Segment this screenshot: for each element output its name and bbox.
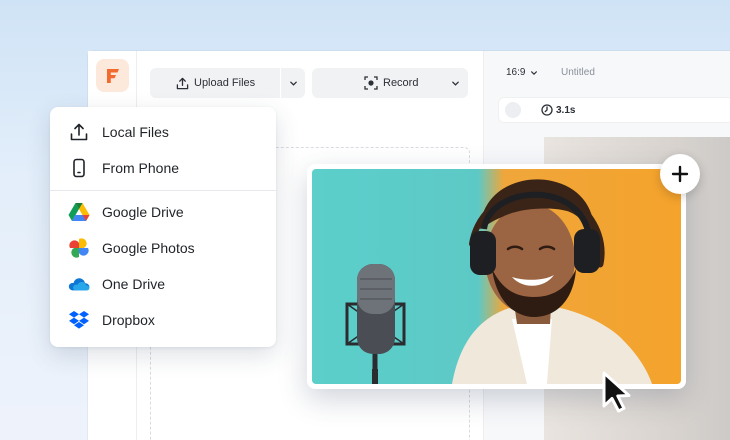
menu-item-dropbox[interactable]: Dropbox bbox=[50, 302, 276, 338]
logo-mark-icon bbox=[106, 68, 119, 83]
mouse-pointer-icon bbox=[602, 371, 631, 413]
google-photos-icon bbox=[68, 237, 90, 259]
duration-display: 3.1s bbox=[541, 104, 575, 116]
record-icon bbox=[364, 76, 378, 90]
add-media-button[interactable] bbox=[660, 154, 700, 194]
menu-item-label: Google Drive bbox=[102, 204, 184, 220]
duration-value: 3.1s bbox=[556, 104, 576, 116]
clock-icon bbox=[541, 104, 553, 116]
timeline-bar: 3.1s bbox=[498, 97, 730, 123]
media-thumbnail-card[interactable] bbox=[307, 164, 686, 389]
menu-item-label: Local Files bbox=[102, 124, 169, 140]
chevron-down-icon bbox=[289, 81, 297, 86]
project-title[interactable]: Untitled bbox=[561, 67, 595, 78]
upload-files-main[interactable]: Upload Files bbox=[150, 68, 280, 98]
menu-item-label: Google Photos bbox=[102, 240, 195, 256]
aspect-ratio-value: 16:9 bbox=[506, 67, 526, 78]
timeline-thumb[interactable] bbox=[505, 102, 521, 118]
menu-item-label: Dropbox bbox=[102, 312, 155, 328]
record-dropdown[interactable] bbox=[442, 68, 468, 98]
menu-item-google-drive[interactable]: Google Drive bbox=[50, 194, 276, 230]
menu-item-label: One Drive bbox=[102, 276, 166, 292]
plus-icon bbox=[671, 165, 689, 183]
menu-divider bbox=[50, 190, 276, 191]
record-main[interactable]: Record bbox=[312, 68, 442, 98]
google-drive-icon bbox=[68, 201, 90, 223]
podcaster-illustration bbox=[345, 179, 652, 384]
menu-item-label: From Phone bbox=[102, 160, 180, 176]
record-label: Record bbox=[383, 77, 419, 89]
app-logo[interactable] bbox=[96, 59, 129, 92]
upload-icon bbox=[68, 121, 90, 143]
chevron-down-icon bbox=[451, 81, 459, 86]
record-button[interactable]: Record bbox=[312, 68, 468, 98]
podcaster-photo bbox=[312, 169, 681, 384]
menu-item-from-phone[interactable]: From Phone bbox=[50, 150, 276, 186]
upload-source-menu: Local Files From Phone Google Drive Goog… bbox=[50, 107, 276, 347]
aspect-ratio-select[interactable]: 16:9 bbox=[506, 67, 538, 78]
menu-item-google-photos[interactable]: Google Photos bbox=[50, 230, 276, 266]
upload-files-button[interactable]: Upload Files bbox=[150, 68, 305, 98]
dropbox-icon bbox=[68, 309, 90, 331]
upload-files-dropdown[interactable] bbox=[281, 68, 305, 98]
phone-icon bbox=[68, 157, 90, 179]
menu-item-one-drive[interactable]: One Drive bbox=[50, 266, 276, 302]
upload-icon bbox=[176, 77, 189, 89]
chevron-down-icon bbox=[531, 70, 538, 75]
upload-files-label: Upload Files bbox=[194, 77, 256, 89]
menu-item-local-files[interactable]: Local Files bbox=[50, 114, 276, 150]
onedrive-icon bbox=[68, 273, 90, 295]
